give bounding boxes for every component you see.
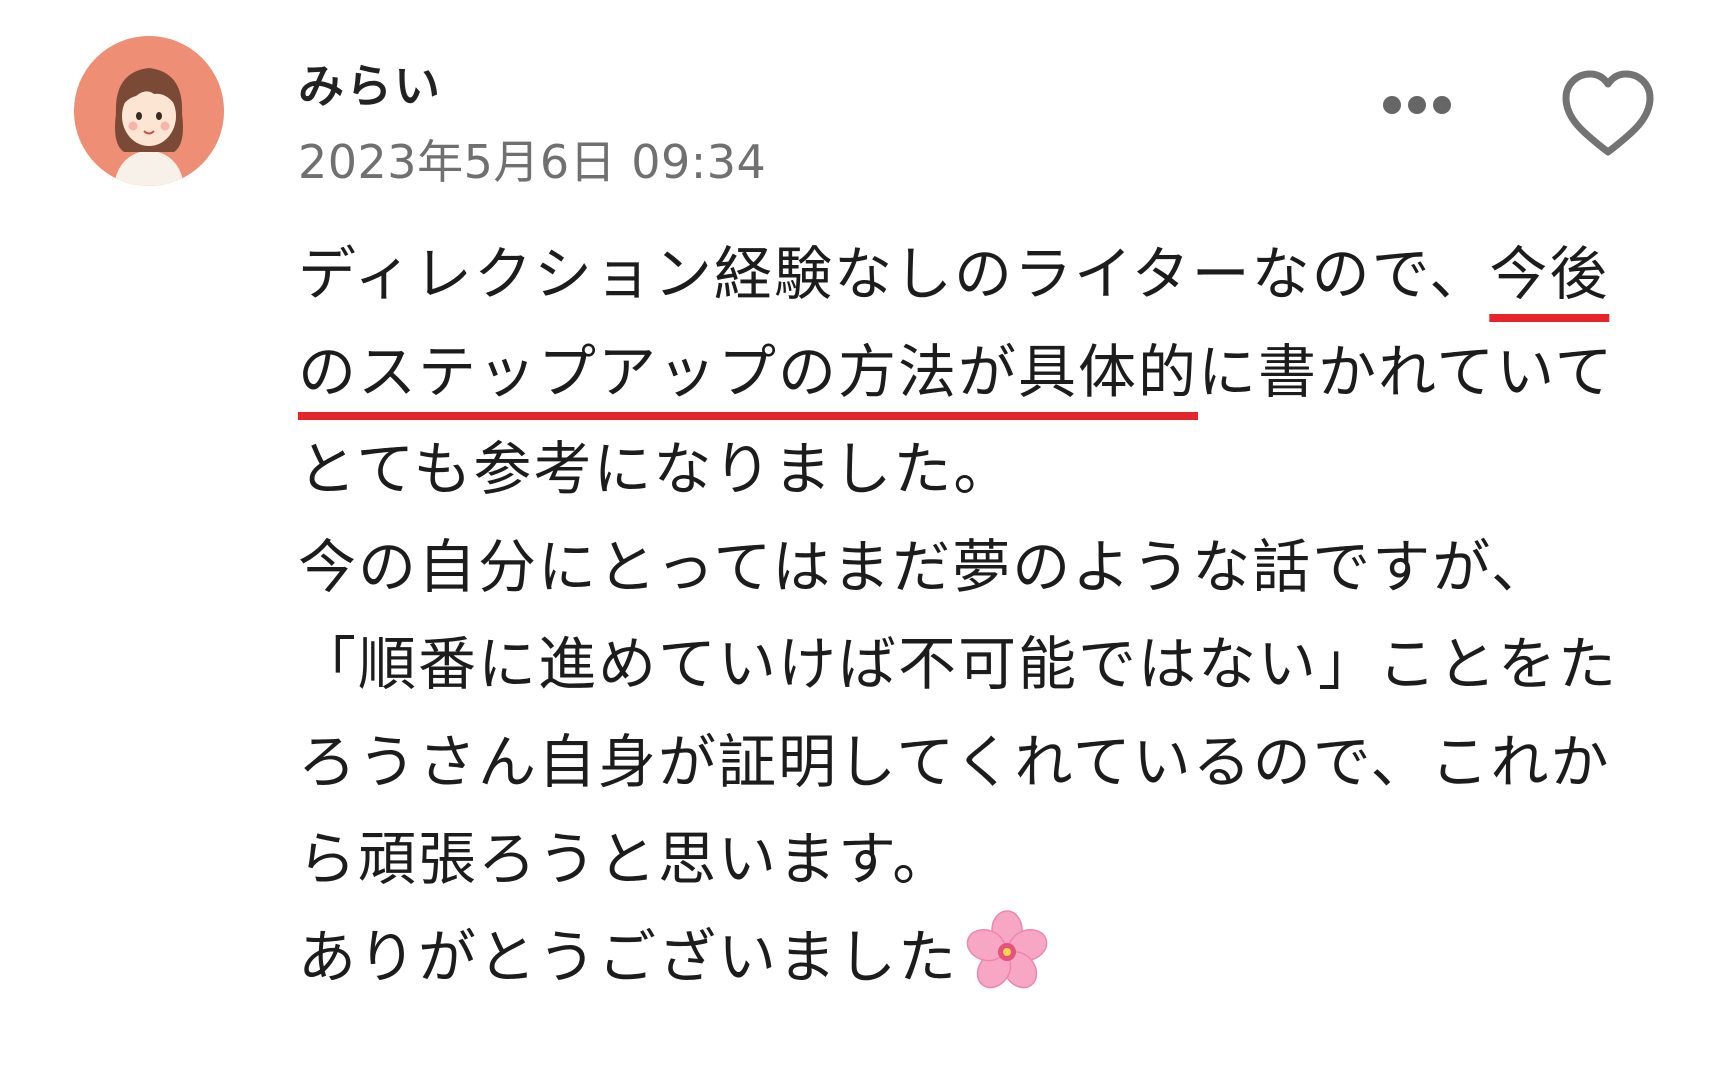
- comment-line: ろうさん自身が証明してくれているので、これか: [298, 727, 1611, 796]
- comment-timestamp: 2023年5月6日 09:34: [298, 135, 767, 189]
- more-dots-icon: [1383, 96, 1401, 114]
- comment-text: に書かれていて: [1198, 337, 1615, 406]
- comment-line: とても参考になりました。: [298, 435, 1014, 503]
- comment-line: 今の自分にとってはまだ夢のような話ですが、: [298, 532, 1552, 601]
- highlighted-text: のステップアップの方法が具体的: [298, 337, 1199, 406]
- comment-line: ディレクション経験なしのライターなので、今後: [298, 226, 1698, 324]
- comment-body: ディレクション経験なしのライターなので、今後 のステップアップの方法が具体的に書…: [298, 226, 1698, 1006]
- more-options-button[interactable]: [1383, 96, 1463, 126]
- comment-text: ディレクション経験なしのライターなので、: [298, 240, 1490, 308]
- comment-line: ありがとうございました: [298, 909, 1698, 1007]
- comment-line: 「順番に進めていけば不可能ではない」ことをた: [298, 630, 1619, 698]
- comment-line: のステップアップの方法が具体的に書かれていて: [298, 324, 1698, 422]
- comment-line: ら頑張ろうと思います。: [298, 825, 953, 893]
- highlighted-text: 今後: [1489, 240, 1610, 308]
- avatar[interactable]: [74, 36, 224, 186]
- avatar-illustration: [74, 36, 224, 186]
- cherry-blossom-icon: [964, 909, 1050, 995]
- author-name[interactable]: みらい: [298, 50, 442, 116]
- heart-outline-icon: [1562, 70, 1654, 156]
- comment-text: ありがとうございました: [298, 922, 959, 991]
- comment-card: みらい 2023年5月6日 09:34 ディレクション経験なしのライターなので、…: [0, 0, 1735, 1080]
- like-button[interactable]: [1558, 66, 1658, 162]
